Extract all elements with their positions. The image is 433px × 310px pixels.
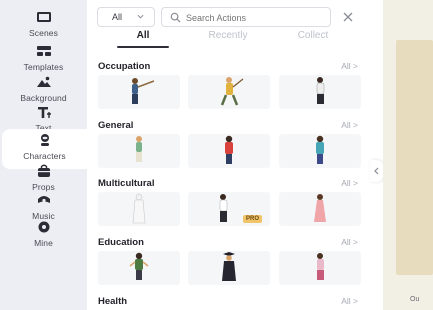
close-icon[interactable] — [341, 10, 355, 24]
template-icon — [36, 46, 51, 56]
section-title: Multicultural — [98, 178, 155, 189]
section-all-link[interactable]: All > — [341, 120, 358, 130]
character-thumbnail — [314, 194, 326, 222]
character-tile[interactable] — [98, 192, 180, 226]
category-select[interactable]: All — [97, 7, 155, 27]
tab-recently[interactable]: Recently — [188, 30, 268, 41]
character-tile[interactable] — [188, 75, 270, 109]
section-header-multicultural: Multicultural All > — [98, 178, 360, 192]
character-thumbnail — [317, 253, 324, 280]
section-header-occupation: Occupation All > — [98, 61, 360, 75]
character-thumbnail — [129, 252, 149, 280]
character-tile[interactable] — [188, 134, 270, 168]
section-title: Occupation — [98, 61, 151, 72]
character-tile[interactable]: PRO — [188, 192, 270, 226]
bag-icon — [37, 164, 50, 177]
section-header-general: General All > — [98, 120, 360, 134]
sidebar-item-label: Mine — [34, 238, 53, 248]
section-title: Health — [98, 296, 128, 307]
character-icon — [40, 134, 49, 146]
filter-tabs: All Recently Collect — [97, 30, 359, 48]
character-thumbnail — [316, 77, 325, 104]
folder-icon — [38, 221, 49, 233]
character-thumbnail — [225, 135, 233, 164]
category-select-value: All — [112, 12, 123, 22]
section-all-link[interactable]: All > — [341, 178, 358, 188]
image-icon — [36, 76, 51, 87]
character-thumbnail — [132, 193, 146, 224]
character-thumbnail — [132, 78, 155, 104]
section-all-link[interactable]: All > — [341, 61, 358, 71]
character-thumbnail — [316, 135, 324, 164]
section-header-health: Health All > — [98, 296, 360, 310]
section-title: General — [98, 120, 134, 131]
tab-collect[interactable]: Collect — [273, 30, 353, 41]
section-all-link[interactable]: All > — [341, 237, 358, 247]
search-icon — [170, 12, 181, 23]
text-icon — [37, 107, 51, 118]
section-title: Education — [98, 237, 144, 248]
sidebar: Scenes Templates Background Text Charact… — [0, 0, 87, 310]
tab-all[interactable]: All — [103, 30, 183, 41]
sidebar-item-label: Scenes — [29, 28, 58, 38]
canvas-preview[interactable] — [383, 0, 433, 310]
canvas-label: Ou — [410, 296, 420, 303]
character-tile[interactable] — [279, 192, 361, 226]
character-tile[interactable] — [188, 251, 270, 285]
character-panel: All All Recently Collect Occupation All … — [87, 0, 370, 310]
chevron-down-icon — [137, 14, 144, 19]
character-thumbnail — [222, 252, 236, 281]
search-input[interactable] — [186, 10, 326, 25]
pro-badge: PRO — [242, 215, 262, 223]
active-tab-indicator — [117, 46, 169, 48]
character-thumbnail — [136, 136, 142, 162]
sidebar-item-mine[interactable]: Mine — [0, 216, 87, 256]
scene-preview — [396, 40, 433, 275]
search-bar: All — [97, 7, 359, 27]
search-field[interactable] — [161, 7, 331, 27]
character-tile[interactable] — [98, 134, 180, 168]
character-tile[interactable] — [98, 75, 180, 109]
character-tile[interactable] — [279, 134, 361, 168]
collapse-panel-button[interactable] — [370, 160, 383, 182]
character-tile[interactable] — [98, 251, 180, 285]
character-tile[interactable] — [279, 75, 361, 109]
film-icon — [36, 12, 51, 22]
section-header-education: Education All > — [98, 237, 360, 251]
character-tile[interactable] — [279, 251, 361, 285]
chevron-left-icon — [374, 167, 379, 175]
section-all-link[interactable]: All > — [341, 296, 358, 306]
music-icon — [37, 196, 50, 203]
character-thumbnail — [220, 77, 244, 106]
